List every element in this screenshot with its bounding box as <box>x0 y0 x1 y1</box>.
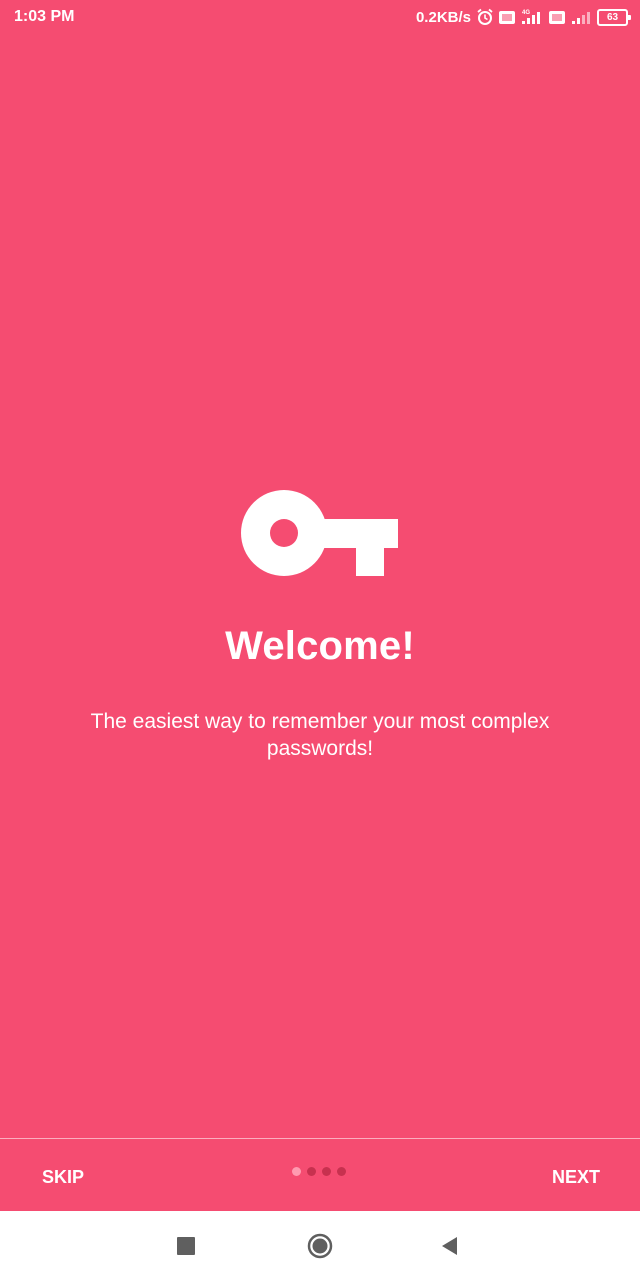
page-description: The easiest way to remember your most co… <box>90 710 550 760</box>
system-navigation-bar <box>0 1211 640 1280</box>
page-indicator <box>292 1167 346 1176</box>
next-button[interactable]: NEXT <box>532 1159 620 1196</box>
page-dot[interactable] <box>322 1167 331 1176</box>
back-icon[interactable] <box>440 1236 460 1256</box>
key-icon <box>241 490 398 576</box>
onboarding-controls: SKIP NEXT <box>0 1139 640 1211</box>
home-icon[interactable] <box>307 1233 333 1259</box>
page-dot-active[interactable] <box>292 1167 301 1176</box>
skip-button[interactable]: SKIP <box>22 1159 104 1196</box>
page-dot[interactable] <box>337 1167 346 1176</box>
onboarding-page: Welcome! The easiest way to remember you… <box>0 0 640 1138</box>
page-title: Welcome! <box>225 624 415 668</box>
recents-icon[interactable] <box>177 1237 195 1255</box>
page-dot[interactable] <box>307 1167 316 1176</box>
